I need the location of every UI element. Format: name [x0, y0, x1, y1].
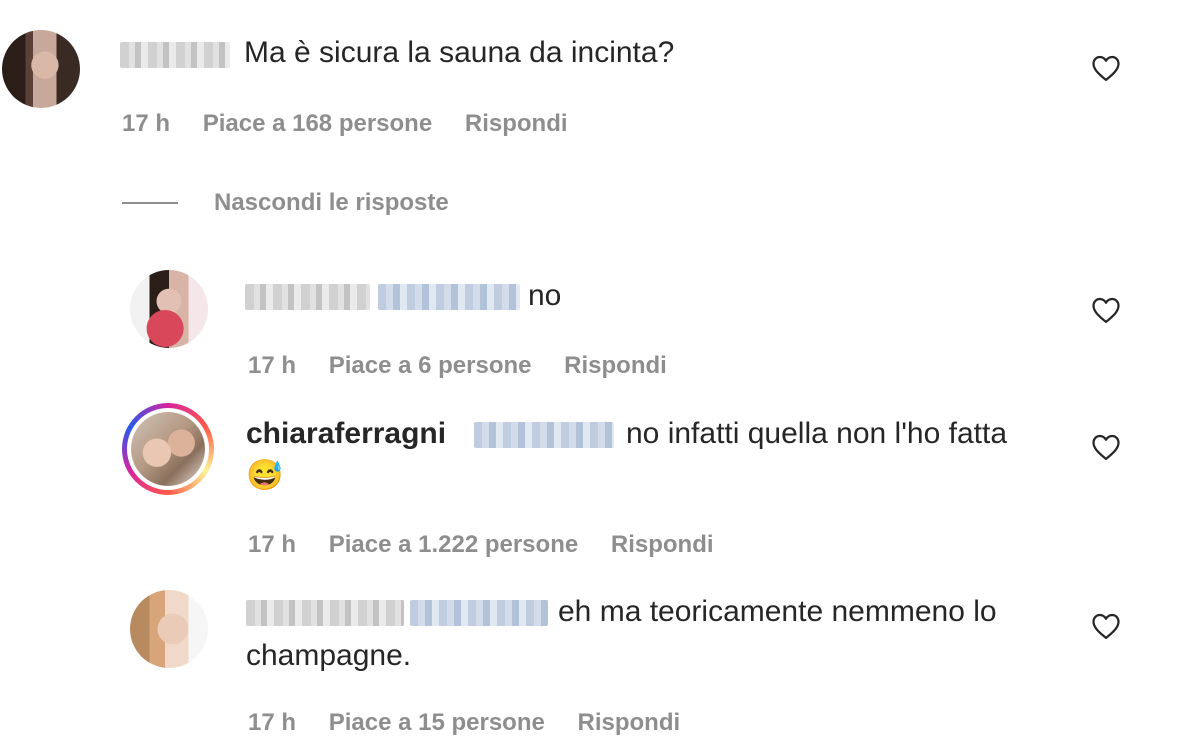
comment-likes-link[interactable]: Piace a 168 persone	[203, 110, 432, 137]
reply-text: no	[528, 279, 562, 312]
heart-outline-icon[interactable]	[1091, 54, 1121, 82]
reply-username-blurred[interactable]	[246, 600, 404, 626]
comment-reply-button[interactable]: Rispondi	[465, 110, 568, 137]
reply-reply-button[interactable]: Rispondi	[611, 531, 714, 558]
reply-text-line-2-emoji: 😅	[246, 459, 284, 492]
reply-reply-button[interactable]: Rispondi	[578, 709, 681, 736]
comment-time[interactable]: 17 h	[122, 110, 170, 137]
toggle-divider-line	[122, 202, 178, 204]
reply-likes-link[interactable]: Piace a 15 persone	[329, 709, 545, 736]
comments-thread: Ma è sicura la sauna da incinta? 17 h Pi…	[0, 0, 1200, 751]
heart-outline-icon[interactable]	[1091, 433, 1121, 461]
reply-meta: 17 h Piace a 6 persone Rispondi	[248, 352, 693, 380]
reply-text-line-1: no infatti quella non l'ho fatta	[626, 417, 1008, 450]
reply-mention-blurred[interactable]	[378, 284, 520, 310]
reply-likes-link[interactable]: Piace a 1.222 persone	[329, 531, 579, 558]
reply-time[interactable]: 17 h	[248, 531, 296, 558]
hide-replies-label: Nascondi le risposte	[214, 189, 449, 216]
reply-avatar[interactable]	[131, 412, 205, 486]
reply-avatar[interactable]	[130, 590, 208, 668]
reply-avatar[interactable]	[130, 270, 208, 348]
comment-meta: 17 h Piace a 168 persone Rispondi	[122, 110, 594, 138]
reply-time[interactable]: 17 h	[248, 709, 296, 736]
heart-outline-icon[interactable]	[1091, 296, 1121, 324]
hide-replies-button[interactable]: Nascondi le risposte	[122, 186, 449, 220]
commenter-username-blurred[interactable]	[120, 42, 230, 68]
reply-username[interactable]: chiaraferragni	[246, 414, 446, 454]
reply-mention-blurred[interactable]	[410, 600, 548, 626]
reply-text-line-1: eh ma teoricamente nemmeno lo	[558, 595, 997, 628]
reply-meta: 17 h Piace a 15 persone Rispondi	[248, 709, 706, 737]
reply-reply-button[interactable]: Rispondi	[564, 352, 667, 379]
heart-outline-icon[interactable]	[1091, 612, 1121, 640]
comment-text: Ma è sicura la sauna da incinta?	[244, 36, 675, 69]
reply-likes-link[interactable]: Piace a 6 persone	[329, 352, 532, 379]
reply-mention-blurred[interactable]	[474, 422, 614, 448]
reply-meta: 17 h Piace a 1.222 persone Rispondi	[248, 531, 740, 559]
reply-username-blurred[interactable]	[245, 284, 370, 310]
reply-time[interactable]: 17 h	[248, 352, 296, 379]
commenter-avatar[interactable]	[2, 30, 80, 108]
reply-text-line-2: champagne.	[246, 639, 412, 672]
